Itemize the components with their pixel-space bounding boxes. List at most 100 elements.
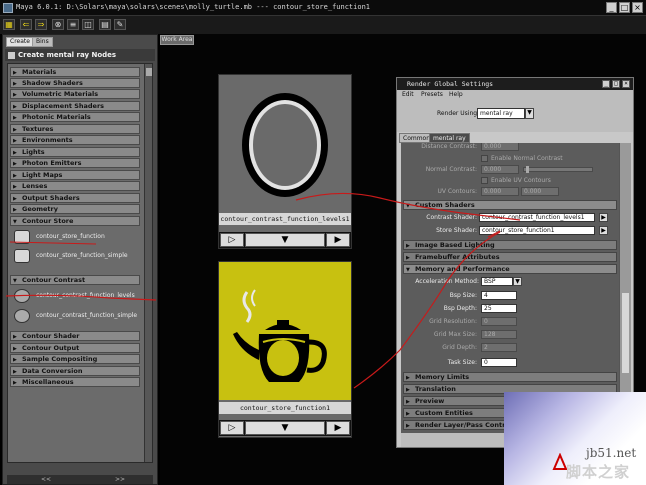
- acceleration-method-dropdown[interactable]: BSP: [481, 277, 513, 286]
- category-light-maps[interactable]: ▶ Light Maps: [10, 170, 140, 180]
- category-lenses[interactable]: ▶ Lenses: [10, 181, 140, 191]
- tab-work-area[interactable]: Work Area: [160, 35, 194, 45]
- swatch-contour-store[interactable]: contour_store_function1 ▷ ▼ ▶: [218, 261, 352, 438]
- navigate-to-node-icon[interactable]: ▶: [599, 213, 608, 222]
- expand-arrow-icon: ▶: [406, 399, 410, 405]
- section-memory-limits[interactable]: ▶ Memory Limits: [403, 372, 617, 382]
- swatch-label: contour_store_function1: [219, 402, 351, 414]
- enable-uv-contours-checkbox[interactable]: [481, 177, 488, 184]
- arrow-left-icon[interactable]: ⇐: [20, 19, 32, 30]
- category-textures[interactable]: ▶ Textures: [10, 124, 140, 134]
- left-panel-scrollbar[interactable]: [144, 64, 152, 462]
- normal-contrast-slider[interactable]: [523, 166, 593, 173]
- arrow-right-icon[interactable]: ⇒: [35, 19, 47, 30]
- node-contour-store-function-simple[interactable]: contour_store_function_simple: [12, 248, 140, 264]
- category-miscellaneous[interactable]: ▶ Miscellaneous: [10, 377, 140, 387]
- menu-edit[interactable]: Edit: [402, 90, 414, 100]
- section-framebuffer-attributes[interactable]: ▶ Framebuffer Attributes: [403, 252, 617, 262]
- scrollbar-thumb[interactable]: [622, 293, 629, 373]
- section-custom-shaders[interactable]: ▼ Custom Shaders: [403, 200, 617, 210]
- play-icon[interactable]: ▶: [326, 233, 350, 247]
- play-outline-icon[interactable]: ▷: [220, 421, 244, 435]
- category-geometry[interactable]: ▶ Geometry: [10, 204, 140, 214]
- bsp-depth-field[interactable]: 25: [481, 304, 517, 313]
- input-output-icon[interactable]: ≡: [67, 19, 79, 30]
- rearrange-icon[interactable]: ▤: [99, 19, 111, 30]
- node-contour-store-function[interactable]: contour_store_function: [12, 229, 140, 245]
- category-data-conversion[interactable]: ▶ Data Conversion: [10, 366, 140, 376]
- rgs-menu-bar: Edit Presets Help: [397, 90, 633, 100]
- maximize-button[interactable]: □: [612, 80, 620, 88]
- scroll-right-button[interactable]: >>: [115, 476, 125, 483]
- contrast-shader-field[interactable]: contour_contrast_function_levels1: [479, 213, 595, 222]
- grid-resolution-field[interactable]: 0: [481, 317, 517, 326]
- category-displacement-shaders[interactable]: ▶ Displacement Shaders: [10, 101, 140, 111]
- category-environments[interactable]: ▶ Environments: [10, 135, 140, 145]
- enable-normal-contrast-checkbox[interactable]: [481, 155, 488, 162]
- tab-mental-ray[interactable]: mental ray: [429, 133, 470, 143]
- category-photon-emitters[interactable]: ▶ Photon Emitters: [10, 158, 140, 168]
- section-image-based-lighting[interactable]: ▶ Image Based Lighting: [403, 240, 617, 250]
- clear-graph-icon[interactable]: ◫: [82, 19, 94, 30]
- category-photonic-materials[interactable]: ▶ Photonic Materials: [10, 112, 140, 122]
- close-button[interactable]: ×: [632, 2, 643, 13]
- grid-depth-field[interactable]: 2: [481, 343, 517, 352]
- layout-icon[interactable]: ▦: [3, 19, 15, 30]
- play-icon[interactable]: ▶: [326, 421, 350, 435]
- minimize-button[interactable]: _: [606, 2, 617, 13]
- grid-max-size-field[interactable]: 128: [481, 330, 517, 339]
- graph-icon[interactable]: ⊗: [52, 19, 64, 30]
- tab-create[interactable]: Create: [6, 37, 34, 47]
- expand-arrow-icon: ▶: [13, 127, 17, 133]
- swatch-label: contour_contrast_function_levels1: [219, 213, 351, 225]
- enable-uv-contours-label: Enable UV Contours: [491, 177, 551, 184]
- category-contour-contrast[interactable]: ▼ Contour Contrast: [10, 275, 140, 285]
- pin-icon[interactable]: ✎: [114, 19, 126, 30]
- dropdown-arrow-icon[interactable]: ▼: [513, 277, 522, 286]
- category-output-shaders[interactable]: ▶ Output Shaders: [10, 193, 140, 203]
- section-label: Render Layer/Pass Control: [415, 421, 512, 429]
- category-materials[interactable]: ▶ Materials: [10, 67, 140, 77]
- dropdown-arrow-icon[interactable]: ▼: [525, 108, 534, 119]
- dropdown-arrow-icon[interactable]: ▼: [245, 421, 325, 435]
- task-size-field[interactable]: 0: [481, 358, 517, 367]
- menu-presets[interactable]: Presets: [421, 90, 443, 100]
- minimize-button[interactable]: _: [602, 80, 610, 88]
- category-contour-shader[interactable]: ▶ Contour Shader: [10, 331, 140, 341]
- scroll-left-button[interactable]: <<: [41, 476, 51, 483]
- rgs-attribute-body: Distance Contrast: 0.000 Enable Normal C…: [401, 143, 619, 433]
- category-label: Light Maps: [22, 171, 63, 179]
- navigate-to-node-icon[interactable]: ▶: [599, 226, 608, 235]
- close-button[interactable]: ×: [622, 80, 630, 88]
- store-shader-field[interactable]: contour_store_function1: [479, 226, 595, 235]
- category-contour-store[interactable]: ▼ Contour Store: [10, 216, 140, 226]
- rgs-scrollbar[interactable]: [619, 143, 631, 433]
- category-sample-compositing[interactable]: ▶ Sample Compositing: [10, 354, 140, 364]
- category-shadow-shaders[interactable]: ▶ Shadow Shaders: [10, 78, 140, 88]
- node-contour-contrast-function-simple[interactable]: contour_contrast_function_simple: [12, 308, 140, 326]
- tab-bins[interactable]: Bins: [32, 37, 53, 47]
- create-mental-ray-nodes-header[interactable]: Create mental ray Nodes: [5, 49, 155, 61]
- menu-help[interactable]: Help: [449, 90, 463, 100]
- section-memory-and-performance[interactable]: ▼ Memory and Performance: [403, 264, 617, 274]
- uv-contours-label: UV Contours:: [437, 188, 477, 195]
- dropdown-arrow-icon[interactable]: ▼: [245, 233, 325, 247]
- node-contour-contrast-function-levels[interactable]: contour_contrast_function_levels: [12, 288, 140, 306]
- category-volumetric-materials[interactable]: ▶ Volumetric Materials: [10, 89, 140, 99]
- category-lights[interactable]: ▶ Lights: [10, 147, 140, 157]
- bsp-size-field[interactable]: 4: [481, 291, 517, 300]
- category-label: Shadow Shaders: [22, 79, 83, 87]
- maximize-button[interactable]: □: [619, 2, 630, 13]
- node-category-list: ▶ Materials ▶ Shadow Shaders ▶ Volumetric M…: [7, 63, 153, 463]
- swatch-contour-contrast-levels[interactable]: contour_contrast_function_levels1 ▷ ▼ ▶: [218, 74, 352, 249]
- distance-contrast-field[interactable]: 0.000: [481, 143, 519, 151]
- scrollbar-thumb[interactable]: [146, 68, 152, 76]
- uv-contours-field-1[interactable]: 0.000: [481, 187, 519, 196]
- uv-contours-field-2[interactable]: 0.000: [521, 187, 559, 196]
- play-outline-icon[interactable]: ▷: [220, 233, 244, 247]
- slider-knob[interactable]: [526, 166, 529, 173]
- render-using-dropdown[interactable]: mental ray: [477, 108, 525, 119]
- toolbar: ▦ ⇐ ⇒ ⊗ ≡ ◫ ▤ ✎: [0, 16, 646, 34]
- normal-contrast-field[interactable]: 0.000: [481, 165, 519, 174]
- category-contour-output[interactable]: ▶ Contour Output: [10, 343, 140, 353]
